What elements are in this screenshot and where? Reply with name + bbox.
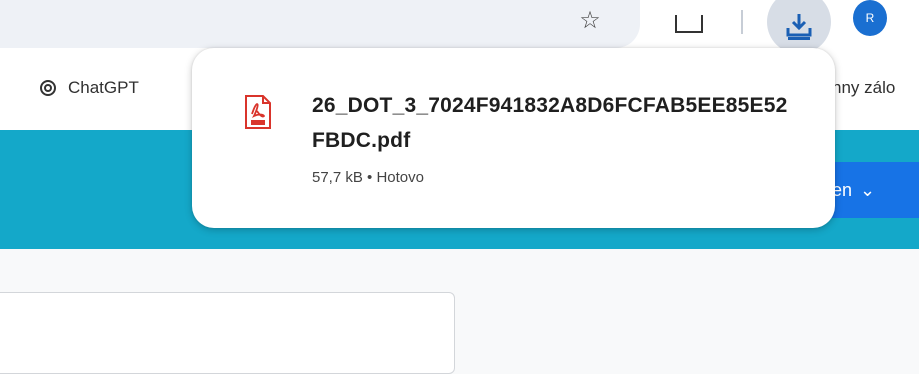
bookmark-chatgpt[interactable]: ChatGPT bbox=[38, 78, 139, 98]
download-filename[interactable]: 26_DOT_3_7024F941832A8D6FCFAB5EE85E52FBD… bbox=[312, 88, 792, 158]
downloads-button[interactable] bbox=[767, 0, 831, 54]
address-bar[interactable] bbox=[0, 0, 640, 48]
download-status: 57,7 kB • Hotovo bbox=[312, 169, 424, 186]
download-icon bbox=[786, 14, 812, 40]
bookmark-all-bookmarks[interactable]: hny zálo bbox=[832, 78, 895, 98]
page-content bbox=[0, 249, 919, 374]
bookmark-star-icon[interactable]: ☆ bbox=[574, 0, 606, 40]
bookmark-label: hny zálo bbox=[832, 78, 896, 97]
bookmark-label: ChatGPT bbox=[68, 78, 139, 97]
extensions-icon[interactable] bbox=[672, 0, 706, 40]
content-card bbox=[0, 292, 455, 374]
chatgpt-icon bbox=[40, 80, 56, 96]
download-bubble: 26_DOT_3_7024F941832A8D6FCFAB5EE85E52FBD… bbox=[192, 48, 835, 228]
chevron-down-icon: ⌄ bbox=[860, 179, 876, 200]
profile-avatar[interactable]: R bbox=[853, 0, 887, 36]
toolbar-separator bbox=[741, 10, 743, 34]
pdf-file-icon[interactable] bbox=[244, 94, 272, 130]
